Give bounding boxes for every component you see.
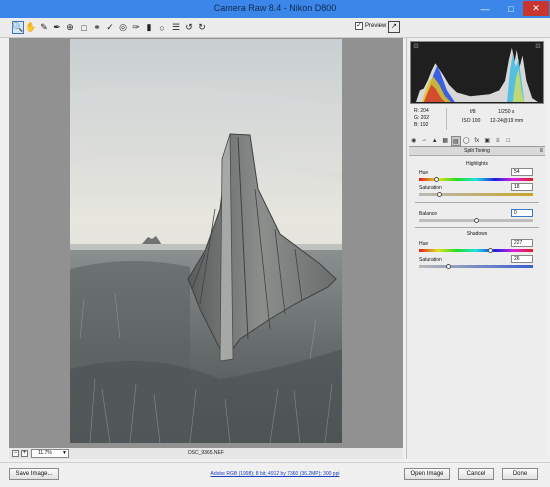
- shadows-hue-label: Hue: [419, 241, 429, 247]
- shadows-saturation-field[interactable]: 26: [511, 255, 533, 263]
- panel-header: Split Toning ≡: [409, 147, 545, 156]
- readout-r: R: 204: [414, 108, 429, 114]
- lens-value: 12-24@19 mm: [490, 118, 524, 124]
- shadows-heading: Shadows: [466, 231, 488, 237]
- open-image-button[interactable]: Open Image: [404, 468, 450, 480]
- iso-value: ISO 100: [462, 118, 481, 124]
- balance-label: Balance: [419, 211, 438, 217]
- tab-snapshots-icon[interactable]: □: [504, 136, 514, 146]
- highlights-saturation-thumb[interactable]: [437, 192, 443, 197]
- cancel-button[interactable]: Cancel: [458, 468, 494, 480]
- preview-label: Preview: [365, 23, 387, 29]
- highlights-saturation-field[interactable]: 18: [511, 183, 533, 191]
- tab-lens-corrections-icon[interactable]: ◯: [462, 136, 472, 146]
- adjustment-panel: R: 204 G: 202 B: 192 f/8 1/250 s ISO 100…: [406, 38, 546, 459]
- aperture-value: f/8: [470, 109, 476, 115]
- tab-detail-icon[interactable]: ▲: [430, 136, 440, 146]
- tab-basic-icon[interactable]: ◉: [409, 136, 419, 146]
- highlights-hue-thumb[interactable]: [433, 177, 439, 182]
- tab-camera-calibration-icon[interactable]: ▣: [483, 136, 493, 146]
- maximize-button[interactable]: □: [498, 1, 524, 16]
- straighten-tool-icon[interactable]: ⚭: [91, 21, 103, 34]
- image-canvas[interactable]: [9, 38, 403, 448]
- fullscreen-toggle-icon[interactable]: ↗: [388, 21, 400, 33]
- file-name: DSC_9365.NEF: [188, 450, 224, 456]
- toolbar: 🔍 ✋ ✎ ✒ ⊕ □ ⚭ ✓ ◎ ✑ ▮ ○ ☰ ↺ ↻ ✓ Preview …: [0, 18, 550, 38]
- histogram: [410, 41, 544, 104]
- preferences-icon[interactable]: ☰: [170, 21, 182, 34]
- bottom-bar: Save Image... Adobe RGB (1998); 8 bit; 4…: [0, 462, 550, 487]
- shutter-value: 1/250 s: [498, 109, 515, 115]
- photo-preview: [70, 39, 342, 443]
- shadows-hue-field[interactable]: 227: [511, 239, 533, 247]
- shadows-saturation-slider[interactable]: [419, 265, 533, 268]
- white-balance-tool-icon[interactable]: ✎: [38, 21, 50, 34]
- shadows-saturation-label: Saturation: [419, 257, 442, 263]
- title-bar: Camera Raw 8.4 - Nikon D800 — □ ✕: [0, 0, 550, 18]
- balance-thumb[interactable]: [473, 218, 479, 223]
- close-button[interactable]: ✕: [523, 1, 549, 16]
- rotate-ccw-icon[interactable]: ↺: [183, 21, 195, 34]
- highlights-hue-field[interactable]: 54: [511, 168, 533, 176]
- tab-presets-icon[interactable]: ≡: [493, 136, 503, 146]
- done-button[interactable]: Done: [502, 468, 538, 480]
- adjustment-brush-icon[interactable]: ✑: [130, 21, 142, 34]
- shadows-hue-slider[interactable]: [419, 249, 533, 252]
- minimize-button[interactable]: —: [472, 1, 498, 16]
- preview-checkbox[interactable]: ✓: [355, 22, 363, 30]
- readout-g: G: 202: [414, 115, 430, 121]
- tab-effects-icon[interactable]: fx: [472, 136, 482, 146]
- red-eye-tool-icon[interactable]: ◎: [117, 21, 129, 34]
- preview-toggle[interactable]: ✓ Preview: [355, 22, 386, 30]
- window-title: Camera Raw 8.4 - Nikon D800: [213, 3, 337, 13]
- shadows-hue-thumb[interactable]: [488, 248, 494, 253]
- hand-tool-icon[interactable]: ✋: [25, 21, 37, 34]
- tab-hsl-icon[interactable]: ▦: [441, 136, 451, 146]
- highlights-saturation-label: Saturation: [419, 185, 442, 191]
- divider: [415, 202, 539, 203]
- spot-removal-tool-icon[interactable]: ✓: [104, 21, 116, 34]
- readout-b: B: 192: [414, 122, 429, 128]
- readout-divider: [446, 108, 447, 130]
- panel-tabs: ◉ ∽ ▲ ▦ ▤ ◯ fx ▣ ≡ □: [409, 136, 545, 147]
- highlights-heading: Highlights: [466, 161, 488, 167]
- shadows-saturation-thumb[interactable]: [446, 264, 452, 269]
- targeted-adjustment-tool-icon[interactable]: ⊕: [64, 21, 76, 34]
- rotate-cw-icon[interactable]: ↻: [196, 21, 208, 34]
- panel-title: Split Toning: [464, 148, 490, 154]
- graduated-filter-icon[interactable]: ▮: [143, 21, 155, 34]
- crop-tool-icon[interactable]: □: [78, 21, 90, 34]
- tab-split-toning-icon[interactable]: ▤: [451, 136, 461, 146]
- radial-filter-icon[interactable]: ○: [156, 21, 168, 34]
- zoom-tool-icon[interactable]: 🔍: [12, 21, 24, 34]
- highlights-hue-label: Hue: [419, 170, 429, 176]
- divider: [415, 227, 539, 228]
- camera-readout: R: 204 G: 202 B: 192 f/8 1/250 s ISO 100…: [410, 106, 544, 134]
- panel-menu-icon[interactable]: ≡: [539, 147, 543, 156]
- balance-field[interactable]: 0: [511, 209, 533, 217]
- tab-tone-curve-icon[interactable]: ∽: [420, 136, 430, 146]
- status-bar: − + 11.7% ▼ DSC_9365.NEF: [9, 448, 403, 459]
- color-sampler-tool-icon[interactable]: ✒: [51, 21, 63, 34]
